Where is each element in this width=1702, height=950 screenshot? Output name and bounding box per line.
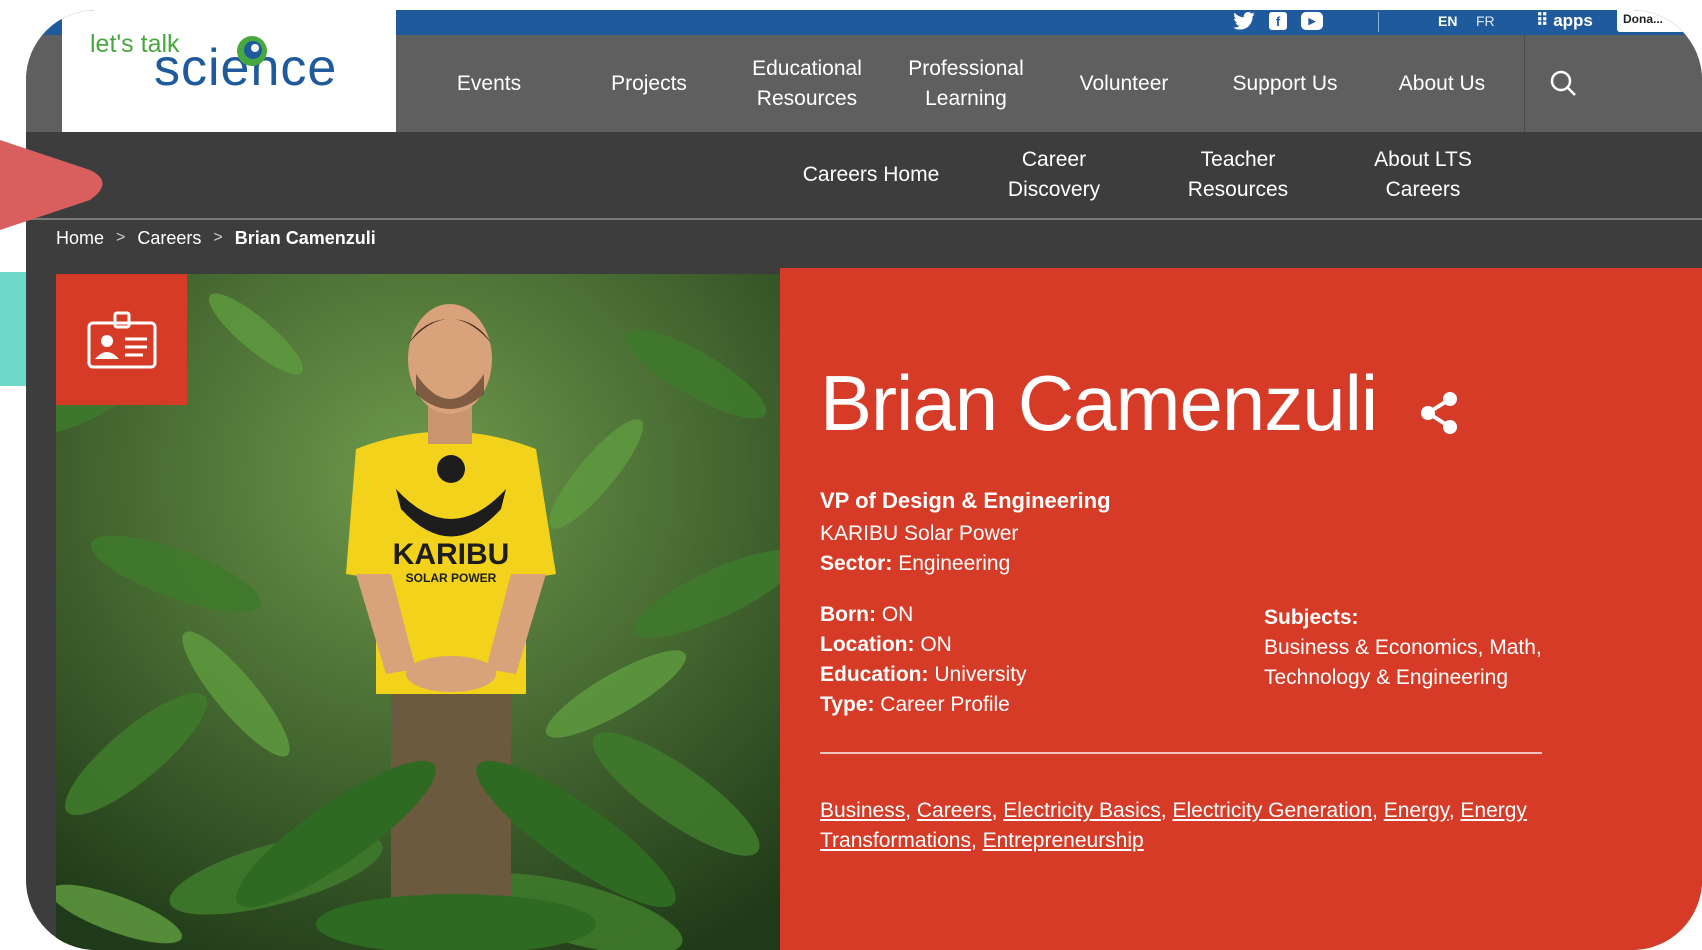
nav-events[interactable]: Events bbox=[426, 35, 552, 132]
apps-menu[interactable]: ⠿ apps bbox=[1536, 11, 1593, 31]
tag-link[interactable]: Business bbox=[820, 799, 905, 822]
profile-panel: Brian Camenzuli VP of Design & Engineeri… bbox=[780, 268, 1702, 950]
youtube-icon[interactable]: ▶ bbox=[1301, 12, 1323, 30]
nav-support-us[interactable]: Support Us bbox=[1220, 35, 1350, 132]
shirt-brand-subtext: SOLAR POWER bbox=[406, 571, 497, 585]
profile-job-title: VP of Design & Engineering bbox=[820, 488, 1111, 513]
grid-icon: ⠿ bbox=[1536, 11, 1549, 30]
profile-company: KARIBU Solar Power bbox=[820, 522, 1019, 545]
tag-link[interactable]: Careers bbox=[917, 799, 992, 822]
subnav-careers-home[interactable]: Careers Home bbox=[796, 132, 946, 218]
facebook-icon[interactable]: f bbox=[1269, 12, 1287, 30]
topbar-divider bbox=[1378, 12, 1379, 32]
shirt-brand-text: KARIBU bbox=[393, 538, 510, 571]
language-fr-link[interactable]: FR bbox=[1476, 13, 1495, 29]
location-label: Location: bbox=[820, 633, 915, 656]
subjects-line-1: Business & Economics, Math, bbox=[1264, 636, 1542, 659]
profile-born: Born: ON bbox=[820, 603, 913, 627]
type-label: Type: bbox=[820, 693, 875, 716]
breadcrumb-current: Brian Camenzuli bbox=[234, 227, 376, 248]
education-value: University bbox=[934, 663, 1027, 686]
tag-link[interactable]: Electricity Basics bbox=[1003, 799, 1161, 822]
location-value: ON bbox=[920, 633, 952, 656]
profile-education: Education: University bbox=[820, 663, 1027, 687]
breadcrumb-careers[interactable]: Careers bbox=[137, 228, 201, 249]
language-en-link[interactable]: EN bbox=[1438, 13, 1457, 29]
donate-button[interactable]: Dona... bbox=[1617, 10, 1702, 32]
share-icon[interactable] bbox=[1420, 391, 1460, 435]
search-icon[interactable] bbox=[1550, 70, 1576, 96]
tag-link[interactable]: Electricity Generation bbox=[1172, 799, 1372, 822]
education-label: Education: bbox=[820, 663, 929, 686]
nav-volunteer[interactable]: Volunteer bbox=[1066, 35, 1182, 132]
profile-sector: Sector: Engineering bbox=[820, 552, 1010, 576]
profile-subjects: Subjects: Business & Economics, Math, Te… bbox=[1264, 603, 1542, 693]
subnav-career-discovery[interactable]: Career Discovery bbox=[994, 132, 1114, 218]
id-card-icon bbox=[87, 311, 156, 368]
sector-label: Sector: bbox=[820, 552, 893, 575]
tag-link[interactable]: Energy bbox=[1384, 799, 1449, 822]
profile-name: Brian Camenzuli bbox=[820, 359, 1378, 447]
type-value: Career Profile bbox=[880, 693, 1010, 716]
subnav-divider bbox=[26, 218, 1702, 220]
sector-value: Engineering bbox=[898, 552, 1011, 575]
pointer-arrow-icon bbox=[0, 140, 103, 230]
tag-link[interactable]: Entrepreneurship bbox=[983, 829, 1144, 852]
profile-type: Type: Career Profile bbox=[820, 693, 1010, 717]
profile-divider bbox=[820, 752, 1542, 754]
apps-label: apps bbox=[1553, 11, 1593, 30]
social-links: f ▶ bbox=[1233, 12, 1323, 30]
profile-tags: Business, Careers, Electricity Basics, E… bbox=[820, 799, 1527, 852]
subnav-teacher-resources[interactable]: Teacher Resources bbox=[1176, 132, 1300, 218]
browser-screenshot: f ▶ EN FR ⠿ apps Dona... let's talk scie… bbox=[26, 10, 1702, 950]
profile-location: Location: ON bbox=[820, 633, 952, 657]
born-label: Born: bbox=[820, 603, 876, 626]
twitter-icon[interactable] bbox=[1233, 12, 1255, 30]
nav-about-us[interactable]: About Us bbox=[1386, 35, 1498, 132]
subjects-label: Subjects: bbox=[1264, 606, 1359, 629]
chevron-right-icon: > bbox=[213, 229, 223, 246]
logo-eye-icon bbox=[237, 36, 267, 66]
nav-professional-learning[interactable]: Professional Learning bbox=[898, 35, 1034, 132]
nav-projects[interactable]: Projects bbox=[586, 35, 712, 132]
subnav-about-lts-careers[interactable]: About LTS Careers bbox=[1360, 132, 1486, 218]
born-value: ON bbox=[881, 603, 914, 626]
nav-divider bbox=[1524, 35, 1525, 132]
nav-educational-resources[interactable]: Educational Resources bbox=[742, 35, 872, 132]
subjects-line-2: Technology & Engineering bbox=[1264, 666, 1509, 689]
career-profile-badge bbox=[56, 274, 187, 405]
